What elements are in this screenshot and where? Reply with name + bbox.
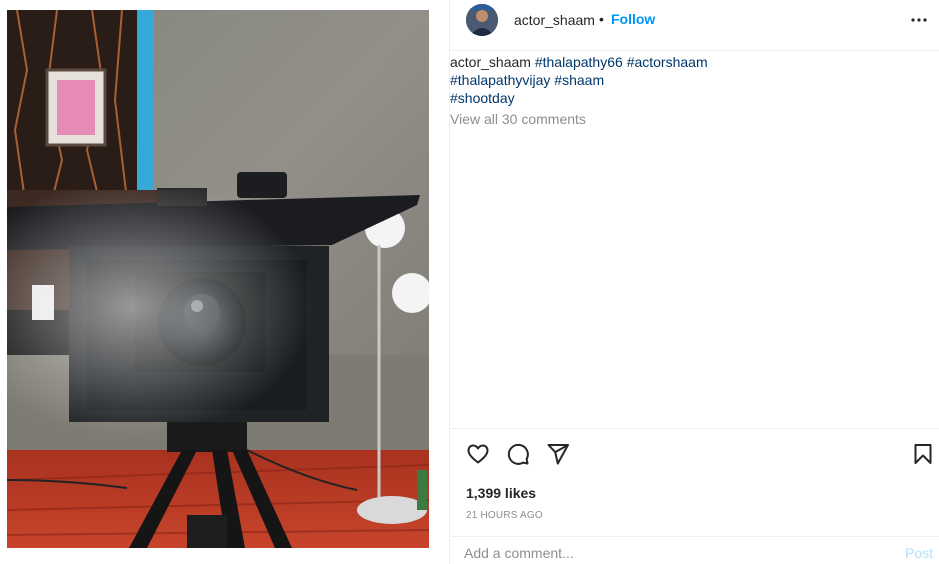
hashtag-link[interactable]: #shaam bbox=[554, 72, 604, 88]
camera-photo-illustration bbox=[7, 10, 429, 548]
hashtag-link[interactable]: #thalapathy66 bbox=[535, 54, 623, 70]
heart-icon[interactable] bbox=[466, 442, 492, 468]
view-all-comments-link[interactable]: View all 30 comments bbox=[450, 111, 586, 127]
post-photo[interactable] bbox=[7, 10, 429, 548]
header-divider bbox=[450, 50, 939, 51]
post-timestamp[interactable]: 21 HOURS AGO bbox=[466, 510, 543, 521]
follow-button[interactable]: Follow bbox=[611, 11, 655, 27]
post-details-panel: actor_shaam • Follow actor_shaam #thalap… bbox=[450, 0, 939, 564]
hashtag-link[interactable]: #actorshaam bbox=[627, 54, 708, 70]
more-horizontal-icon[interactable] bbox=[909, 10, 929, 30]
post-comment-button[interactable]: Post bbox=[905, 545, 933, 561]
comment-input[interactable] bbox=[464, 542, 884, 564]
post-caption: actor_shaam #thalapathy66 #actorshaam #t… bbox=[450, 53, 930, 107]
header-separator: • bbox=[599, 11, 604, 27]
caption-username[interactable]: actor_shaam bbox=[450, 54, 531, 70]
post-header: actor_shaam • Follow bbox=[450, 0, 939, 50]
username-link[interactable]: actor_shaam bbox=[514, 12, 595, 28]
comment-icon[interactable] bbox=[506, 442, 532, 468]
avatar[interactable] bbox=[466, 4, 498, 36]
comment-divider bbox=[450, 536, 939, 537]
hashtag-link[interactable]: #thalapathyvijay bbox=[450, 72, 550, 88]
bookmark-icon[interactable] bbox=[911, 442, 937, 468]
hashtag-link[interactable]: #shootday bbox=[450, 90, 515, 106]
avatar-image bbox=[466, 4, 498, 36]
actions-divider bbox=[450, 428, 939, 429]
likes-count[interactable]: 1,399 likes bbox=[466, 485, 536, 501]
send-icon[interactable] bbox=[546, 442, 572, 468]
